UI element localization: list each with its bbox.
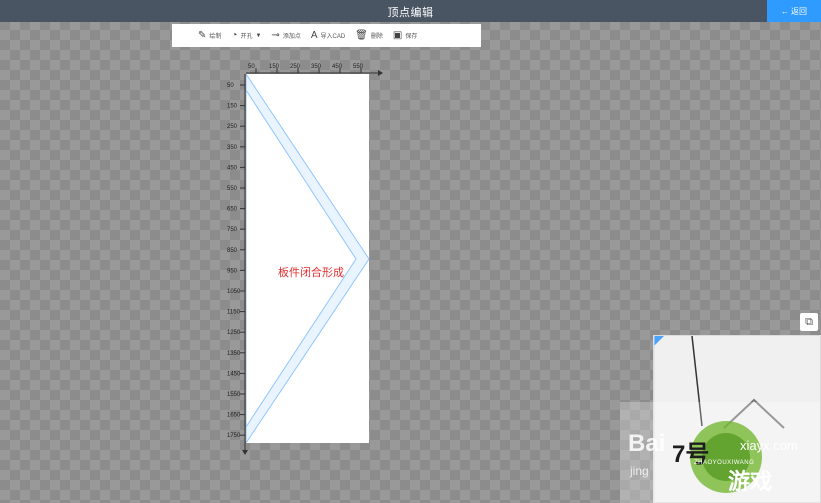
x-tick-label: 550 [353, 64, 364, 70]
y-tick-label: 1250 [227, 330, 241, 336]
x-tick-label: 450 [332, 64, 343, 70]
import-cad-tool-button[interactable]: A 导入CAD [310, 29, 346, 41]
drawing-canvas[interactable]: 板件闭合形成 [246, 74, 369, 443]
y-tick-label: 450 [227, 165, 238, 171]
y-tick-label: 750 [227, 227, 238, 233]
y-tick-label: 1750 [227, 433, 241, 439]
add-point-icon: ⊸ [271, 29, 280, 41]
y-tick-label: 650 [227, 207, 238, 213]
arrow-left-icon: ← [781, 6, 789, 16]
y-tick-label: 950 [227, 268, 238, 274]
delete-tool-button[interactable]: 🗑 删除 [355, 29, 383, 41]
back-label: 返回 [791, 6, 807, 16]
y-tick-label: 250 [227, 124, 238, 130]
y-ruler: 50 150 250 350 450 550 650 750 850 950 1050 1150 125… [227, 74, 248, 455]
board-label: 板件闭合形成 [278, 267, 344, 279]
preview-toggle-button[interactable]: ⧉ [800, 313, 818, 331]
baidu-watermark-text: Bai [628, 430, 666, 457]
chevron-down-icon: ▼ [255, 32, 262, 39]
y-tick-label: 1450 [227, 371, 241, 377]
save-tool-label: 保存 [405, 34, 418, 40]
y-tick-label: 150 [227, 104, 238, 110]
y-tick-label: 50 [227, 83, 234, 89]
layers-icon: ⧉ [805, 315, 813, 328]
delete-tool-label: 删除 [370, 34, 383, 40]
y-tick-label: 550 [227, 186, 238, 192]
y-tick-label: 1150 [227, 310, 241, 316]
add-point-tool-label: 添加点 [282, 34, 301, 40]
y-tick-label: 350 [227, 145, 238, 151]
site-watermark-game: 游戏 [728, 469, 773, 494]
y-tick-label: 1550 [227, 392, 241, 398]
site-watermark: 7号 xiayx.com ZHAOYOUXIWANG 游戏 [666, 412, 816, 502]
trash-icon: 🗑 [355, 29, 368, 41]
hole-tool-button[interactable]: ◔ 开孔 ▼ [231, 29, 262, 41]
x-tick-label: 250 [290, 64, 301, 70]
add-point-tool-button[interactable]: ⊸ 添加点 [271, 29, 301, 41]
save-icon: ▣ [392, 29, 403, 41]
y-tick-label: 1050 [227, 289, 241, 295]
x-tick-label: 350 [311, 64, 322, 70]
y-tick-label: 1350 [227, 351, 241, 357]
hole-tool-label: 开孔 [240, 34, 253, 40]
hole-icon: ◔ [231, 29, 238, 41]
import-cad-tool-label: 导入CAD [320, 34, 346, 40]
y-tick-label: 1650 [227, 413, 241, 419]
import-cad-icon: A [310, 29, 318, 41]
top-bar: 顶点编辑 ← 返回 [0, 0, 821, 22]
x-tick-label: 150 [269, 64, 280, 70]
save-tool-button[interactable]: ▣ 保存 [392, 29, 418, 41]
y-tick-label: 850 [227, 248, 238, 254]
baidu-watermark-sub: jing [630, 464, 649, 478]
page-title: 顶点编辑 [387, 7, 434, 19]
site-watermark-domain: xiayx.com [740, 438, 798, 453]
draw-icon: ✎ [198, 29, 207, 41]
draw-tool-label: 绘制 [209, 34, 222, 40]
back-button[interactable]: ← 返回 [767, 0, 821, 22]
toolbar: ✎ 绘制 ◔ 开孔 ▼ ⊸ 添加点 A 导入CAD 🗑 删除 ▣ 保存 [172, 24, 481, 47]
draw-tool-button[interactable]: ✎ 绘制 [198, 29, 222, 41]
x-tick-label: 50 [248, 64, 255, 70]
board-outline[interactable] [246, 74, 369, 443]
